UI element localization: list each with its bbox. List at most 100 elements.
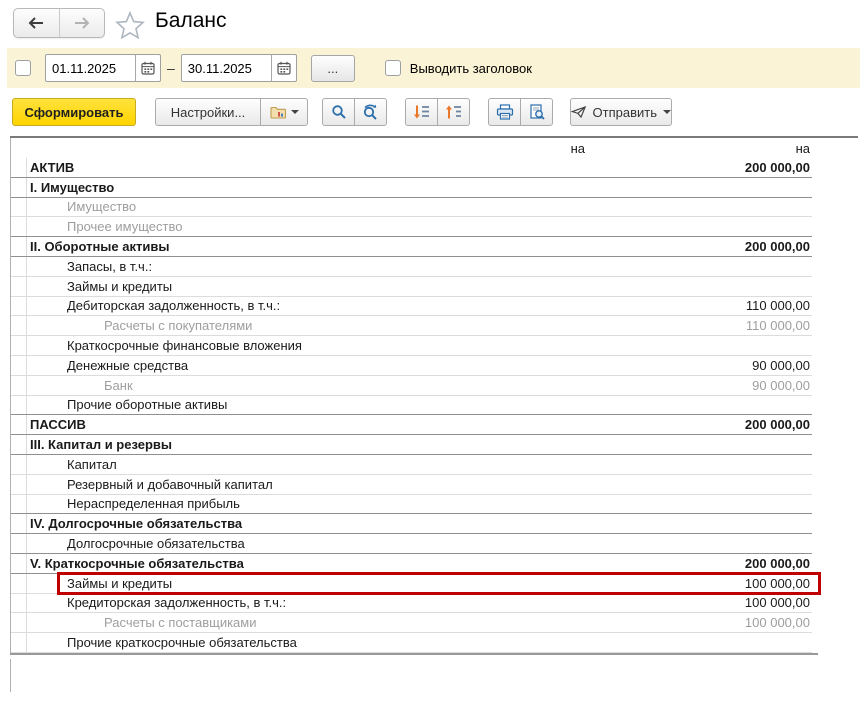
row-value[interactable]: 90 000,00: [585, 358, 812, 373]
row-label[interactable]: Краткосрочные финансовые вложения: [27, 338, 475, 353]
table-row[interactable]: Нераспределенная прибыль: [11, 495, 812, 515]
report-variants-icon: [270, 105, 287, 120]
settings-button[interactable]: Настройки...: [155, 98, 261, 126]
date-to-field[interactable]: 30.11.2025: [181, 54, 297, 82]
table-row[interactable]: Денежные средства 90 000,00: [11, 356, 812, 376]
collapse-groups-button[interactable]: [405, 98, 438, 126]
tree-gutter-cell: [11, 554, 27, 573]
date-from-value[interactable]: 01.11.2025: [46, 55, 135, 81]
row-label[interactable]: Прочее имущество: [27, 219, 475, 234]
row-value[interactable]: 200 000,00: [585, 160, 812, 175]
tree-gutter-cell: [11, 594, 27, 613]
row-label[interactable]: Имущество: [27, 199, 475, 214]
row-label[interactable]: Запасы, в т.ч.:: [27, 259, 475, 274]
table-row[interactable]: Прочие краткосрочные обязательства: [11, 633, 812, 653]
favorite-button[interactable]: [115, 11, 145, 44]
header-mid-cell: на: [475, 141, 585, 156]
row-label[interactable]: Прочие оборотные активы: [27, 397, 475, 412]
row-label[interactable]: Банк: [27, 378, 475, 393]
table-row[interactable]: Банк 90 000,00: [11, 376, 812, 396]
row-label[interactable]: Займы и кредиты: [27, 576, 475, 591]
print-button[interactable]: [488, 98, 521, 126]
row-value[interactable]: 200 000,00: [585, 239, 812, 254]
report-table-rows: на на АКТИВ 200 000,00 I. Имущество Имущест…: [10, 138, 812, 653]
row-value[interactable]: 110 000,00: [585, 298, 812, 313]
tree-gutter-cell: [11, 198, 27, 217]
show-header-checkbox[interactable]: [385, 60, 401, 76]
table-row[interactable]: АКТИВ 200 000,00: [11, 158, 812, 178]
row-value[interactable]: 100 000,00: [585, 595, 812, 610]
table-row[interactable]: V. Краткосрочные обязательства 200 000,00: [11, 554, 812, 574]
table-row[interactable]: Расчеты с поставщиками 100 000,00: [11, 613, 812, 633]
row-label[interactable]: АКТИВ: [27, 160, 475, 175]
table-row[interactable]: Запасы, в т.ч.:: [11, 257, 812, 277]
row-value[interactable]: 200 000,00: [585, 556, 812, 571]
table-row[interactable]: ПАССИВ 200 000,00: [11, 415, 812, 435]
row-label[interactable]: Кредиторская задолженность, в т.ч.:: [27, 595, 475, 610]
row-value[interactable]: 100 000,00: [585, 576, 812, 591]
row-label[interactable]: Резервный и добавочный капитал: [27, 477, 475, 492]
show-header-label[interactable]: Выводить заголовок: [410, 61, 532, 76]
table-row[interactable]: Краткосрочные финансовые вложения: [11, 336, 812, 356]
row-label[interactable]: III. Капитал и резервы: [27, 437, 475, 452]
print-preview-button[interactable]: [520, 98, 553, 126]
header-value-cell: на: [585, 141, 812, 156]
table-row[interactable]: Резервный и добавочный капитал: [11, 475, 812, 495]
period-more-button[interactable]: ...: [311, 55, 355, 82]
row-label[interactable]: Денежные средства: [27, 358, 475, 373]
tree-gutter-cell: [11, 495, 27, 514]
table-bottom-border: [10, 653, 818, 655]
tree-gutter-cell: [11, 178, 27, 197]
row-label[interactable]: Займы и кредиты: [27, 279, 475, 294]
chevron-down-icon: [291, 110, 299, 114]
forward-button[interactable]: [59, 9, 105, 37]
table-row[interactable]: Займы и кредиты: [11, 277, 812, 297]
table-row[interactable]: Займы и кредиты 100 000,00: [11, 574, 812, 594]
row-label[interactable]: Долгосрочные обязательства: [27, 536, 475, 551]
row-label[interactable]: Расчеты с поставщиками: [27, 615, 475, 630]
row-label[interactable]: Дебиторская задолженность, в т.ч.:: [27, 298, 475, 313]
table-row[interactable]: Долгосрочные обязательства: [11, 534, 812, 554]
date-to-value[interactable]: 30.11.2025: [182, 55, 271, 81]
row-label[interactable]: ПАССИВ: [27, 417, 475, 432]
table-row[interactable]: Дебиторская задолженность, в т.ч.: 110 00…: [11, 297, 812, 317]
date-to-calendar-button[interactable]: [271, 55, 296, 81]
arrow-right-icon: [73, 16, 91, 30]
table-row[interactable]: Капитал: [11, 455, 812, 475]
table-row[interactable]: IV. Долгосрочные обязательства: [11, 514, 812, 534]
row-label[interactable]: V. Краткосрочные обязательства: [27, 556, 475, 571]
row-value[interactable]: 200 000,00: [585, 417, 812, 432]
table-row[interactable]: Имущество: [11, 198, 812, 218]
print-group: [488, 98, 553, 126]
table-row[interactable]: Прочие оборотные активы: [11, 396, 812, 416]
row-label[interactable]: IV. Долгосрочные обязательства: [27, 516, 475, 531]
tree-gutter-cell: [11, 514, 27, 533]
expand-groups-button[interactable]: [437, 98, 470, 126]
table-row[interactable]: II. Оборотные активы 200 000,00: [11, 237, 812, 257]
back-button[interactable]: [14, 9, 59, 37]
table-row[interactable]: III. Капитал и резервы: [11, 435, 812, 455]
table-row[interactable]: Расчеты с покупателями 110 000,00: [11, 316, 812, 336]
period-separator: –: [167, 60, 175, 76]
report-variants-button[interactable]: [260, 98, 308, 126]
row-label[interactable]: Прочие краткосрочные обязательства: [27, 635, 475, 650]
table-row[interactable]: Кредиторская задолженность, в т.ч.: 100 0…: [11, 594, 812, 614]
row-value[interactable]: 90 000,00: [585, 378, 812, 393]
cancel-search-button[interactable]: [354, 98, 387, 126]
search-button[interactable]: [322, 98, 355, 126]
row-label[interactable]: Капитал: [27, 457, 475, 472]
row-label[interactable]: I. Имущество: [27, 180, 475, 195]
date-from-calendar-button[interactable]: [135, 55, 160, 81]
calendar-icon: [141, 61, 155, 75]
row-label[interactable]: Расчеты с покупателями: [27, 318, 475, 333]
send-button[interactable]: Отправить: [570, 98, 672, 126]
period-checkbox[interactable]: [15, 60, 31, 76]
date-from-field[interactable]: 01.11.2025: [45, 54, 161, 82]
table-row[interactable]: Прочее имущество: [11, 217, 812, 237]
generate-button[interactable]: Сформировать: [12, 98, 136, 126]
table-row[interactable]: I. Имущество: [11, 178, 812, 198]
row-label[interactable]: II. Оборотные активы: [27, 239, 475, 254]
row-value[interactable]: 100 000,00: [585, 615, 812, 630]
row-value[interactable]: 110 000,00: [585, 318, 812, 333]
row-label[interactable]: Нераспределенная прибыль: [27, 496, 475, 511]
